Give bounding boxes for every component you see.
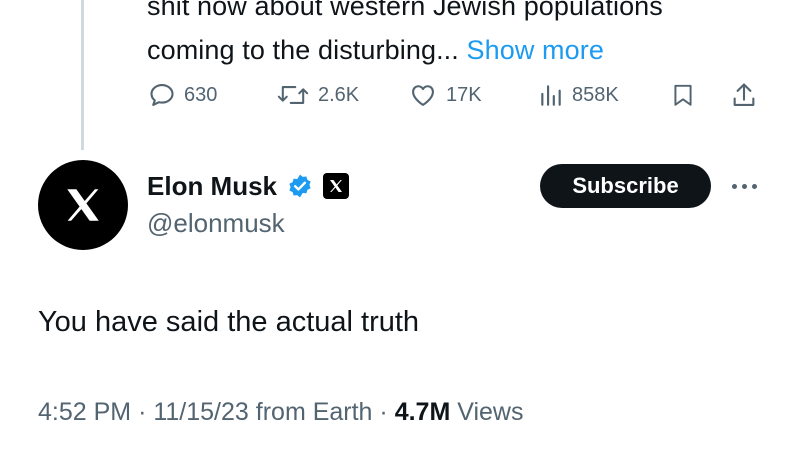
views-button[interactable]: 858K xyxy=(538,78,619,112)
author-name[interactable]: Elon Musk xyxy=(147,171,277,202)
verified-badge-icon[interactable] xyxy=(287,173,313,199)
tweet-views-count[interactable]: 4.7M xyxy=(395,398,451,426)
parent-tweet-action-bar: 630 2.6K 17K 858K xyxy=(148,78,768,112)
repost-button[interactable]: 2.6K xyxy=(276,78,359,112)
tweet-views-label: Views xyxy=(457,398,524,426)
views-count: 858K xyxy=(572,83,619,106)
share-button[interactable] xyxy=(730,78,758,112)
tweet-time[interactable]: 4:52 PM xyxy=(38,398,131,426)
repost-count: 2.6K xyxy=(318,83,360,106)
tweet-date[interactable]: 11/15/23 xyxy=(153,398,248,426)
bookmark-button[interactable] xyxy=(670,78,696,112)
x-logo-icon xyxy=(67,189,99,221)
bookmark-icon xyxy=(674,84,692,106)
thread-connector-line xyxy=(81,0,84,150)
meta-separator: · xyxy=(379,398,388,426)
meta-separator: · xyxy=(138,398,147,426)
tweet-text: You have said the actual truth xyxy=(38,306,420,338)
avatar[interactable] xyxy=(38,160,128,250)
x-logo-icon xyxy=(330,180,343,192)
share-icon xyxy=(733,83,755,106)
repost-icon xyxy=(277,86,309,104)
parent-tweet-text: shit now about western Jewish population… xyxy=(147,0,787,72)
tweet-meta: 4:52 PM · 11/15/23 from Earth · 4.7M Vie… xyxy=(38,398,524,427)
views-icon xyxy=(541,85,561,106)
parent-tweet-line-1: shit now about western Jewish population… xyxy=(147,0,663,21)
like-button[interactable]: 17K xyxy=(408,78,482,112)
parent-tweet-line-2: coming to the disturbing... xyxy=(147,35,459,65)
x-affiliate-badge[interactable] xyxy=(323,173,350,199)
author-name-row: Elon Musk xyxy=(147,168,350,204)
show-more-link[interactable]: Show more xyxy=(466,35,603,65)
reply-button[interactable]: 630 xyxy=(148,78,217,112)
reply-count: 630 xyxy=(184,83,218,106)
tweet-source: from Earth xyxy=(255,398,373,426)
subscribe-button[interactable]: Subscribe xyxy=(540,164,711,208)
author-handle[interactable]: @elonmusk xyxy=(147,208,285,239)
like-icon xyxy=(412,85,434,106)
reply-icon xyxy=(150,84,174,106)
more-options-icon[interactable] xyxy=(732,176,762,196)
like-count: 17K xyxy=(446,83,482,106)
